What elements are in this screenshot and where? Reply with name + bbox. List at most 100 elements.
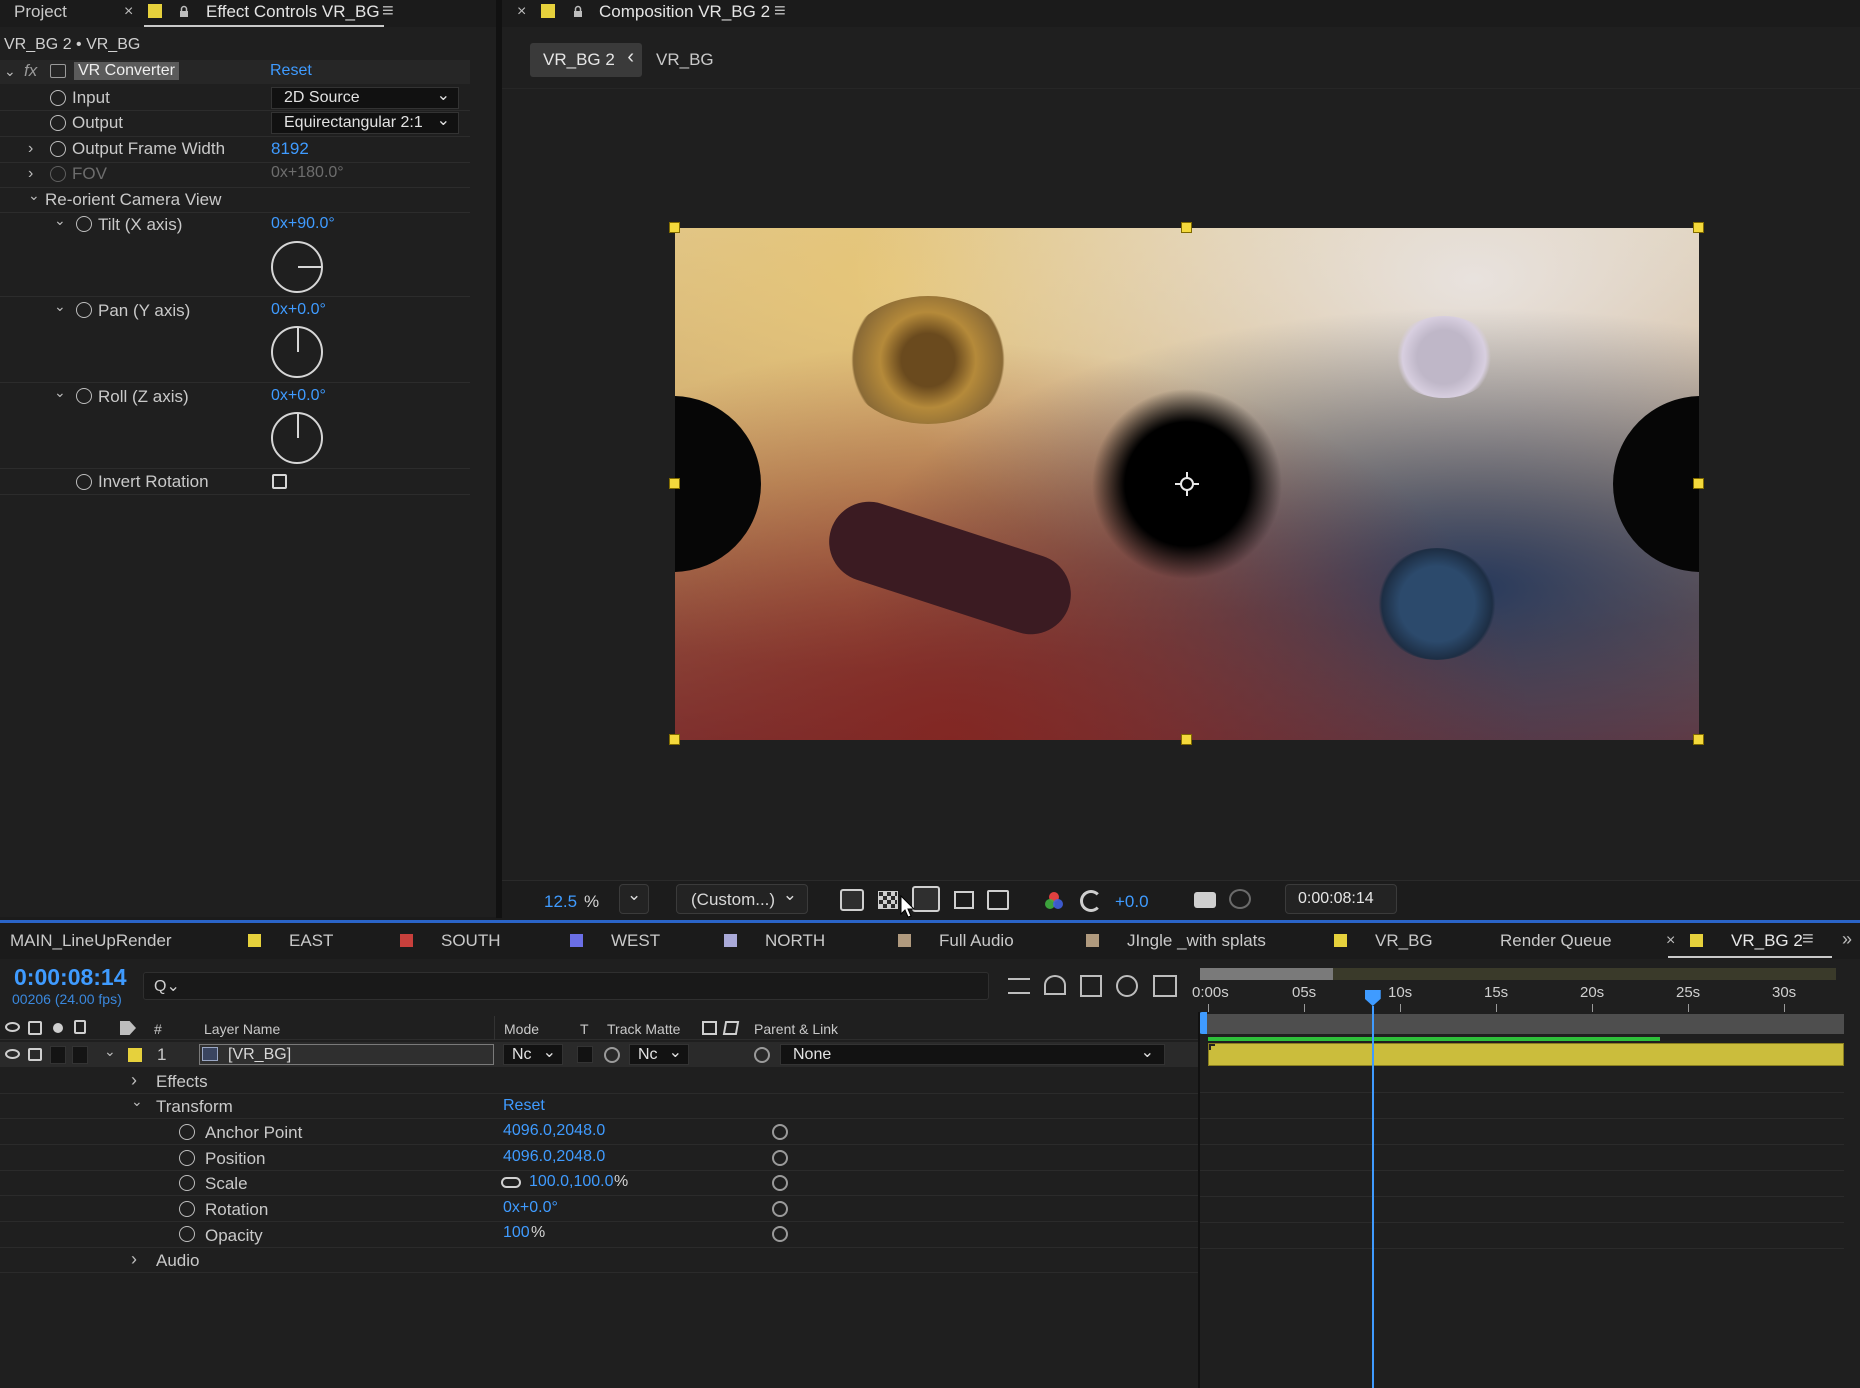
chevron-left-icon[interactable]: ‹ xyxy=(627,46,634,69)
stopwatch-icon[interactable] xyxy=(50,115,66,131)
audio-icon[interactable] xyxy=(28,1048,42,1061)
comp-nav-tab[interactable]: VR_BG xyxy=(656,50,714,70)
chevron-right-icon[interactable]: › xyxy=(131,1070,137,1091)
mode-dropdown[interactable]: Nc ⌄ xyxy=(503,1044,563,1065)
parent-dropdown[interactable]: None ⌄ xyxy=(780,1044,1165,1065)
effect-name[interactable]: VR Converter xyxy=(74,62,179,80)
work-area-bar[interactable] xyxy=(1202,1014,1844,1034)
transform-handle[interactable] xyxy=(1693,734,1704,745)
channels-rgb-icon[interactable] xyxy=(1044,891,1064,911)
timeline-tab[interactable]: JIngle _with splats xyxy=(1086,931,1266,951)
layer-name-field[interactable]: [VR_BG] xyxy=(199,1044,494,1065)
invert-rotation-checkbox[interactable] xyxy=(272,474,287,489)
tilt-angle-dial[interactable] xyxy=(271,241,323,293)
panel-menu-icon[interactable]: ≡ xyxy=(774,0,786,23)
matte-pickwhip-icon[interactable] xyxy=(604,1047,620,1063)
chevron-down-icon[interactable]: ⌄ xyxy=(28,187,40,204)
rotation-value[interactable]: 0x+0.0° xyxy=(503,1199,558,1217)
more-tabs-icon[interactable]: » xyxy=(1842,929,1852,950)
effect-reset-button[interactable]: Reset xyxy=(270,62,312,80)
timeline-tab[interactable]: VR_BG xyxy=(1334,931,1433,951)
color-management-icon[interactable] xyxy=(1080,890,1102,912)
playhead[interactable] xyxy=(1364,990,1381,1388)
work-area-start-handle[interactable] xyxy=(1199,1012,1207,1034)
composition-flowchart-icon[interactable] xyxy=(1008,978,1030,994)
timeline-tab[interactable]: Render Queue xyxy=(1500,931,1612,951)
motion-blur-icon[interactable] xyxy=(1116,975,1138,997)
panel-menu-icon[interactable]: ≡ xyxy=(382,0,394,23)
resolution-dropdown[interactable]: (Custom...) ⌄ xyxy=(676,884,808,914)
close-icon[interactable]: × xyxy=(517,3,526,21)
pan-angle-dial[interactable] xyxy=(271,326,323,378)
exposure-value[interactable]: +0.0 xyxy=(1115,892,1149,912)
tilt-value[interactable]: 0x+90.0° xyxy=(271,215,335,233)
chevron-right-icon[interactable]: › xyxy=(131,1249,137,1270)
expression-pickwhip-icon[interactable] xyxy=(772,1175,788,1191)
chevron-right-icon[interactable]: › xyxy=(28,165,33,183)
chevron-down-icon[interactable]: ⌄ xyxy=(4,63,16,80)
transform-handle[interactable] xyxy=(669,478,680,489)
lock-icon[interactable] xyxy=(573,3,583,17)
constrain-proportions-icon[interactable] xyxy=(501,1177,521,1188)
stopwatch-icon[interactable] xyxy=(76,302,92,318)
output-dropdown[interactable]: Equirectangular 2:1 ⌄ xyxy=(271,112,459,134)
time-ruler[interactable]: 0:00s 05s 10s 15s 20s 25s 30s xyxy=(1192,984,1840,1012)
layer-duration-bar[interactable] xyxy=(1208,1043,1844,1066)
transform-handle[interactable] xyxy=(669,222,680,233)
chevron-down-icon[interactable]: ⌄ xyxy=(131,1093,143,1110)
chevron-down-icon[interactable]: ⌄ xyxy=(104,1043,116,1060)
time-navigator-range[interactable] xyxy=(1200,968,1333,980)
zoom-value[interactable]: 12.5 xyxy=(544,892,577,912)
composition-canvas[interactable] xyxy=(675,228,1699,740)
timeline-tab[interactable]: MAIN_LineUpRender xyxy=(10,931,172,951)
fx-toggle[interactable]: fx xyxy=(24,61,37,81)
stopwatch-icon[interactable] xyxy=(179,1150,195,1166)
playhead-head[interactable] xyxy=(1364,990,1381,1006)
stopwatch-icon[interactable] xyxy=(50,141,66,157)
close-icon[interactable]: × xyxy=(1666,932,1675,950)
roll-angle-dial[interactable] xyxy=(271,412,323,464)
transparency-grid-icon[interactable] xyxy=(878,891,898,909)
expression-pickwhip-icon[interactable] xyxy=(772,1201,788,1217)
transform-handle[interactable] xyxy=(1693,478,1704,489)
lock-icon[interactable] xyxy=(179,3,189,17)
chevron-down-icon[interactable]: ⌄ xyxy=(54,298,66,315)
graph-editor-icon[interactable] xyxy=(1153,975,1177,997)
zoom-dropdown[interactable]: ⌄ xyxy=(619,884,649,914)
snapshot-camera-icon[interactable] xyxy=(1194,892,1216,908)
tab-effect-controls[interactable]: Effect Controls VR_BG xyxy=(206,2,380,22)
frame-blending-icon[interactable] xyxy=(1080,975,1102,997)
chevron-right-icon[interactable]: › xyxy=(28,140,33,158)
time-navigator[interactable] xyxy=(1200,968,1836,980)
anchor-point-icon[interactable] xyxy=(1175,472,1199,496)
frame-width-value[interactable]: 8192 xyxy=(271,139,309,159)
input-dropdown[interactable]: 2D Source ⌄ xyxy=(271,87,459,109)
mask-path-icon[interactable] xyxy=(912,886,940,912)
lock-toggle[interactable] xyxy=(72,1046,88,1064)
eye-icon[interactable] xyxy=(5,1049,20,1059)
tab-project[interactable]: Project xyxy=(14,2,67,22)
preserve-transparency-toggle[interactable] xyxy=(577,1046,593,1063)
stopwatch-icon[interactable] xyxy=(179,1201,195,1217)
scale-value[interactable]: 100.0,100.0 xyxy=(529,1173,614,1191)
chevron-down-icon[interactable]: ⌄ xyxy=(54,212,66,229)
transform-handle[interactable] xyxy=(1181,222,1192,233)
timeline-tab[interactable]: NORTH xyxy=(724,931,825,951)
region-of-interest-icon[interactable] xyxy=(954,891,974,909)
expression-pickwhip-icon[interactable] xyxy=(772,1226,788,1242)
expression-pickwhip-icon[interactable] xyxy=(772,1124,788,1140)
stopwatch-icon[interactable] xyxy=(76,216,92,232)
transform-handle[interactable] xyxy=(669,734,680,745)
stopwatch-icon[interactable] xyxy=(50,90,66,106)
chevron-down-icon[interactable]: ⌄ xyxy=(54,384,66,401)
time-navigator-work-end[interactable] xyxy=(1333,968,1836,980)
layer-in-point-marker[interactable] xyxy=(1209,1044,1215,1050)
panel-menu-icon[interactable]: ≡ xyxy=(1802,928,1814,951)
show-snapshot-icon[interactable] xyxy=(1229,889,1251,909)
fast-previews-icon[interactable] xyxy=(840,889,864,911)
timeline-tab[interactable]: VR_BG 2 xyxy=(1690,931,1803,951)
layer-label-color[interactable] xyxy=(128,1048,142,1062)
stopwatch-icon[interactable] xyxy=(179,1124,195,1140)
stopwatch-icon[interactable] xyxy=(76,474,92,490)
comp-nav-tab-active[interactable]: VR_BG 2 ‹ xyxy=(530,43,642,77)
